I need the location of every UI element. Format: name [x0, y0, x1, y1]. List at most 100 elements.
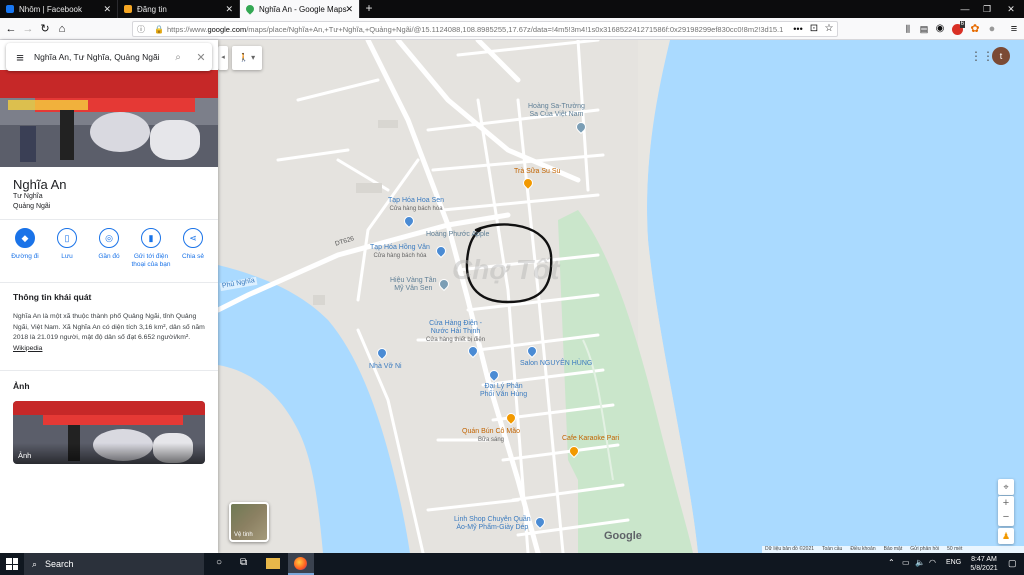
pegman-icon[interactable]: ♟ [998, 528, 1014, 544]
volume-icon[interactable]: 🔈 [915, 558, 925, 567]
extension-icon[interactable]: 6 [949, 21, 965, 37]
action-label: Lưu [61, 253, 73, 260]
extension-3-icon[interactable]: ● [984, 21, 1000, 37]
watermark: Chợ Tốt [452, 254, 560, 285]
poi-cafe-karaoke[interactable]: Cafe Karaoke Pari [562, 435, 619, 443]
close-window-icon[interactable]: ✕ [1000, 0, 1022, 18]
facebook-icon [6, 5, 14, 13]
forward-icon[interactable]: → [20, 21, 36, 37]
poi-salon[interactable]: Salon NGUYÊN HÙNG [520, 360, 592, 368]
minimize-icon[interactable]: — [954, 0, 976, 18]
menu-icon[interactable]: ≡ [6, 50, 34, 65]
close-tab-icon[interactable]: ✕ [103, 4, 111, 15]
directions-icon: ◆ [15, 228, 35, 248]
overview-body: Nghĩa An là một xã thuộc thành phố Quảng… [13, 313, 205, 341]
task-view-icon[interactable]: ⧉ [240, 557, 247, 568]
firefox-taskbar-button[interactable] [288, 553, 314, 575]
poi-cua-hang-dien[interactable]: Cửa Hàng Điện - Nước Hải Thịnh Cửa hàng th… [426, 320, 485, 344]
apps-grid-icon[interactable]: ⋮⋮ [970, 49, 994, 63]
footer-privacy[interactable]: Bảo mật [884, 546, 903, 553]
account-icon[interactable]: ◉ [932, 21, 948, 37]
nearby-icon: ◎ [99, 228, 119, 248]
tab-dang-tin[interactable]: Đăng tin ✕ [118, 0, 240, 18]
photo-tile[interactable]: Ảnh [13, 401, 205, 464]
tray-chevron-icon[interactable]: ⌃ [888, 558, 895, 567]
place-photo[interactable] [0, 70, 218, 167]
back-icon[interactable]: ← [3, 21, 19, 37]
poi-linh-shop[interactable]: Linh Shop Chuyên Quần Áo-Mỹ Phẩm-Giày Dép [454, 516, 531, 532]
network-icon[interactable]: ▭ [902, 558, 910, 567]
tab-google-maps[interactable]: Nghĩa An - Google Maps ✕ [240, 0, 360, 18]
clock[interactable]: 8:47 AM 5/8/2021 [966, 555, 1002, 573]
search-icon[interactable]: ⌕ [166, 52, 190, 63]
zoom-out-button[interactable]: − [998, 510, 1014, 524]
library-icon[interactable]: ⫼ [900, 21, 916, 37]
share-icon: ⋖ [183, 228, 203, 248]
divider [0, 219, 218, 220]
place-district: Tư Nghĩa [13, 193, 43, 200]
poi-tra-sua[interactable]: Trà Sữa Su Su [514, 168, 560, 176]
street-view-button[interactable]: 🚶 ▾ [232, 46, 262, 70]
avatar[interactable]: t [992, 47, 1010, 65]
extension-badge: 6 [959, 21, 965, 28]
scale-label[interactable]: 50 mét [947, 546, 962, 553]
close-tab-icon[interactable]: ✕ [345, 4, 353, 15]
home-icon[interactable]: ⌂ [54, 21, 70, 37]
wifi-icon[interactable]: ◠ [929, 558, 936, 567]
address-bar[interactable]: ⓘ 🔒 https://www. google.com/maps/place/Ng… [132, 21, 838, 37]
my-location-icon[interactable]: ⌖ [998, 479, 1014, 495]
overview-text: Nghĩa An là một xã thuộc thành phố Quảng… [13, 312, 208, 354]
satellite-toggle[interactable]: Vệ tinh [229, 502, 269, 542]
search-input[interactable]: Nghĩa An, Tư Nghĩa, Quảng Ngãi [34, 52, 166, 62]
poi-hoang-phuoc[interactable]: Hoàng Phước Apple [426, 231, 489, 239]
pocket-icon[interactable]: ⊡ [806, 21, 822, 37]
action-label: Chia sẻ [181, 253, 205, 260]
page-actions-icon[interactable]: ••• [790, 21, 806, 37]
new-tab-button[interactable]: + [362, 0, 376, 18]
file-explorer-icon[interactable] [266, 558, 280, 569]
poi-hieu-vang[interactable]: Hiệu Vàng Tân Mỹ Vân Sen [390, 277, 437, 293]
sidebar-icon[interactable]: ▤ [916, 21, 932, 37]
close-icon[interactable]: ✕ [190, 51, 212, 64]
poi-quan-bun[interactable]: Quán Bún Cô Mão Bữa sáng [462, 428, 520, 444]
place-title: Nghĩa An [13, 177, 67, 192]
poi-hoang-sa[interactable]: Hoàng Sa-Trường Sa Của Việt Nam [528, 103, 585, 119]
close-tab-icon[interactable]: ✕ [225, 4, 233, 15]
language-indicator[interactable]: ENG [946, 559, 961, 566]
poi-tap-hoa-hoa-sen[interactable]: Tạp Hóa Hoa Sen Cửa hàng bách hóa [388, 197, 444, 213]
reload-icon[interactable]: ↻ [37, 21, 53, 37]
footer-global[interactable]: Toàn cầu [822, 546, 842, 553]
info-icon[interactable]: ⓘ [137, 25, 146, 34]
windows-start-icon[interactable] [6, 558, 18, 570]
nearby-button[interactable]: ◎ Gần đó [89, 228, 129, 269]
zoom-in-button[interactable]: + [998, 496, 1014, 510]
wikipedia-link[interactable]: Wikipedia [13, 345, 42, 352]
url-host: google.com [207, 24, 247, 34]
taskbar-search[interactable]: ⌕ Search [24, 553, 204, 575]
share-button[interactable]: ⋖ Chia sẻ [173, 228, 213, 269]
extension-2-icon[interactable]: ✿ [967, 21, 983, 37]
poi-nha-vo-ni[interactable]: Nhà Vỡ Ni [369, 363, 402, 371]
google-logo: Google [604, 530, 642, 542]
maximize-icon[interactable]: ❐ [976, 0, 998, 18]
tab-facebook[interactable]: Nhôm | Facebook ✕ [0, 0, 118, 18]
footer-terms[interactable]: Điều khoản [850, 546, 875, 553]
notifications-icon[interactable]: ▢ [1008, 558, 1017, 569]
save-button[interactable]: ▯ Lưu [47, 228, 87, 269]
footer-feedback[interactable]: Gửi phản hồi [910, 546, 939, 553]
zoom-controls: + − [998, 496, 1014, 526]
collapse-panel-button[interactable]: ◂ [218, 46, 228, 70]
directions-button[interactable]: ◆ Đường đi [5, 228, 45, 269]
send-to-phone-icon: ▮ [141, 228, 161, 248]
bookmark-star-icon[interactable]: ☆ [821, 21, 837, 37]
lock-icon: 🔒 [154, 24, 164, 34]
send-to-phone-button[interactable]: ▮ Gửi tới điện thoại của bạn [131, 228, 171, 269]
tab-label: Đăng tin [137, 4, 167, 14]
map-canvas[interactable]: DT626 Phủ Nghĩa Hoàng Sa-Trường Sa Của Vi… [218, 40, 1024, 553]
cortana-icon[interactable]: ○ [216, 557, 222, 568]
poi-tap-hoa-hong-van[interactable]: Tạp Hóa Hồng Vân Cửa hàng bách hóa [370, 244, 430, 260]
poi-dai-ly-phan[interactable]: Đại Lý Phân Phối Văn Hùng [480, 383, 527, 399]
satellite-label: Vệ tinh [234, 532, 253, 538]
menu-icon[interactable]: ≡ [1006, 21, 1022, 37]
search-box[interactable]: ≡ Nghĩa An, Tư Nghĩa, Quảng Ngãi ⌕ ✕ [6, 43, 212, 71]
